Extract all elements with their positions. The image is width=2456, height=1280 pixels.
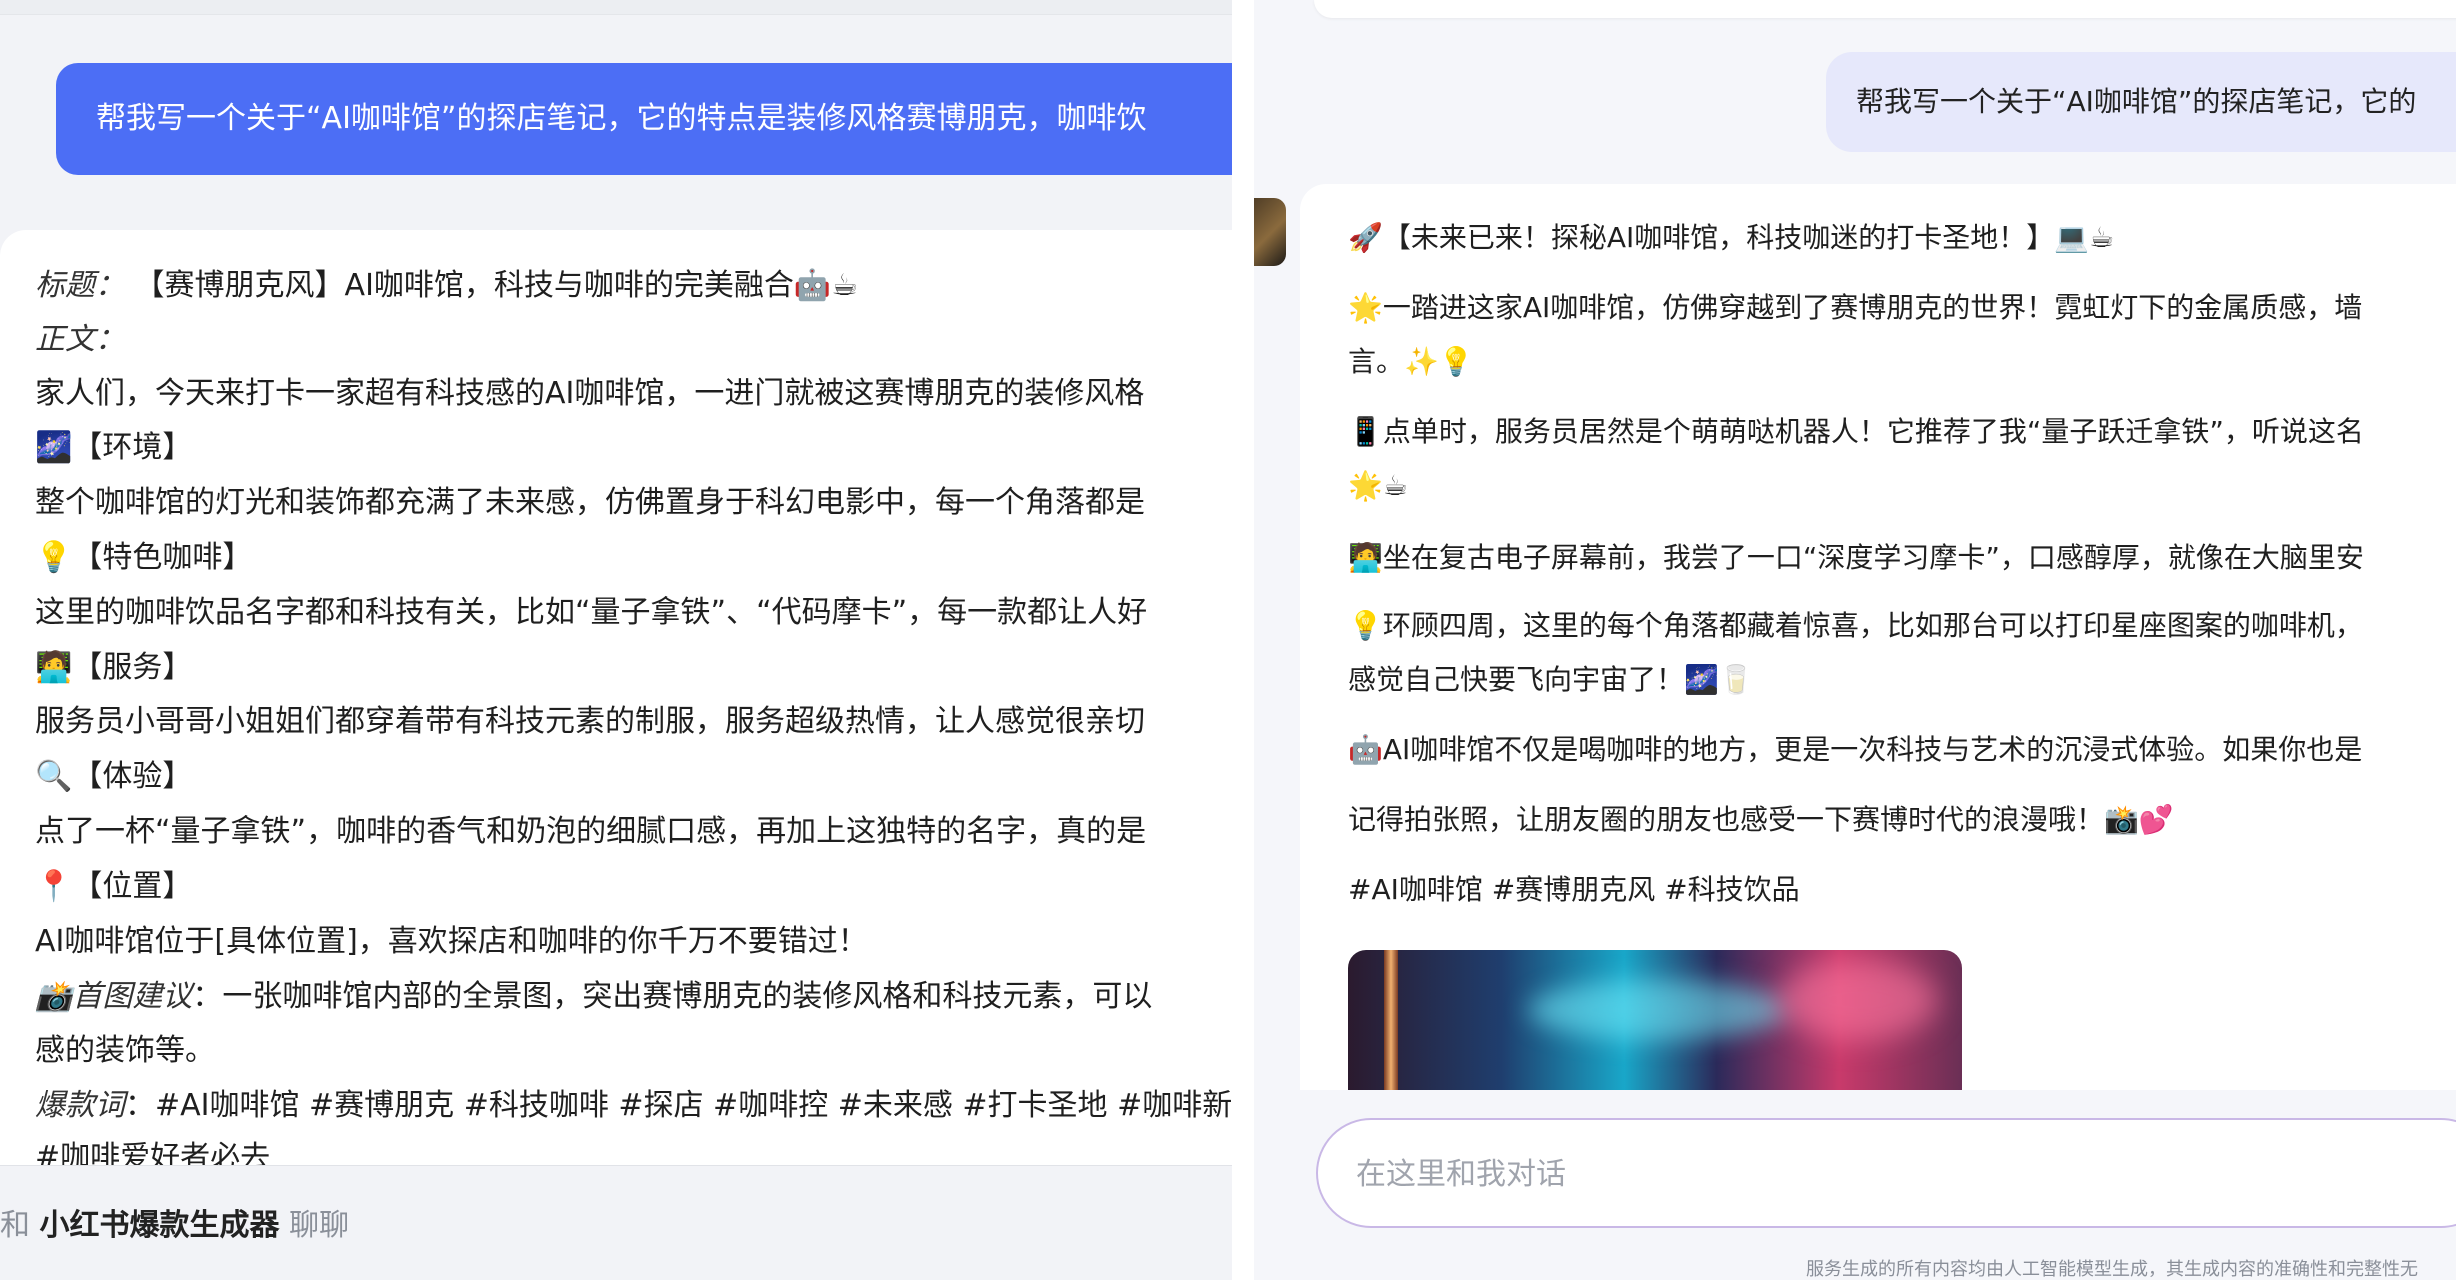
- user-message-bubble: 帮我写一个关于“AI咖啡馆”的探店笔记，它的特点是装修风格赛博朋克，咖啡饮: [56, 63, 1232, 175]
- title-label: 标题: [35, 268, 95, 303]
- bot-name: 小红书爆款生成器: [39, 1208, 280, 1243]
- paragraph-2-continued: 🌟☕: [1348, 469, 1408, 502]
- intro-text: 家人们，今天来打卡一家超有科技感的AI咖啡馆，一进门就被这赛博朋克的装修风格: [35, 376, 1145, 411]
- assistant-response-card: 🚀【未来已来！探秘AI咖啡馆，科技咖迷的打卡圣地！】💻☕ 🌟一踏进这家AI咖啡馆…: [1300, 184, 2456, 1090]
- keywords-line: 爆款词：#AI咖啡馆 #赛博朋克 #科技咖啡 #探店 #咖啡控 #未来感 #打卡…: [35, 1086, 1232, 1126]
- assistant-response-card: 标题： 【赛博朋克风】AI咖啡馆，科技与咖啡的完美融合🤖☕ 正文： 家人们，今天…: [0, 230, 1232, 1165]
- paragraph-4: 💡环顾四周，这里的每个角落都藏着惊喜，比如那台可以打印星座图案的咖啡机，: [1348, 609, 2363, 642]
- environment-text: 整个咖啡馆的灯光和装饰都充满了未来感，仿佛置身于科幻电影中，每一个角落都是: [35, 485, 1145, 520]
- cover-label: 📸首图建议: [35, 979, 193, 1014]
- section-experience: 🔍【体验】: [35, 759, 193, 794]
- user-message-bubble: 帮我写一个关于“AI咖啡馆”的探店笔记，它的: [1826, 52, 2456, 152]
- right-chat-panel: 帮我写一个关于“AI咖啡馆”的探店笔记，它的 🚀【未来已来！探秘AI咖啡馆，科技…: [1254, 0, 2456, 1280]
- location-text: AI咖啡馆位于[具体位置]，喜欢探店和咖啡的你千万不要错过！: [35, 924, 868, 959]
- keywords-text: ：#AI咖啡馆 #赛博朋克 #科技咖啡 #探店 #咖啡控 #未来感 #打卡圣地 …: [125, 1088, 1232, 1123]
- ai-disclaimer: 服务生成的所有内容均由人工智能模型生成，其生成内容的准确性和完整性无: [1806, 1259, 2418, 1280]
- footer-suffix: 聊聊: [289, 1208, 350, 1243]
- paragraph-1: 🌟一踏进这家AI咖啡馆，仿佛穿越到了赛博朋克的世界！霓虹灯下的金属质感，墙: [1348, 291, 2363, 324]
- note-title-line: 标题： 【赛博朋克风】AI咖啡馆，科技与咖啡的完美融合🤖☕: [35, 268, 859, 303]
- cover-suggestion-line: 📸首图建议：一张咖啡馆内部的全景图，突出赛博朋克的装修风格和科技元素，可以: [35, 977, 1232, 1017]
- chat-with-bot-link[interactable]: 和 小红书爆款生成器 聊聊: [0, 1200, 349, 1244]
- response-headline: 🚀【未来已来！探秘AI咖啡馆，科技咖迷的打卡圣地！】💻☕: [1348, 221, 2115, 254]
- cover-text: ：一张咖啡馆内部的全景图，突出赛博朋克的装修风格和科技元素，可以: [192, 979, 1153, 1014]
- bot-avatar: [1254, 198, 1286, 266]
- section-location: 📍【位置】: [35, 869, 193, 904]
- title-value: 【赛博朋克风】AI咖啡馆，科技与咖啡的完美融合🤖☕: [134, 268, 859, 303]
- section-environment: 🌌【环境】: [35, 430, 193, 465]
- chat-input-box[interactable]: [1316, 1118, 2456, 1228]
- body-label-line: 正文：: [35, 322, 125, 357]
- experience-text: 点了一杯“量子拿铁”，咖啡的香气和奶泡的细腻口感，再加上这独特的名字，真的是: [35, 814, 1147, 849]
- body-label: 正文: [35, 322, 95, 357]
- paragraph-5: 🤖AI咖啡馆不仅是喝咖啡的地方，更是一次科技与艺术的沉浸式体验。如果你也是: [1348, 733, 2363, 766]
- top-bar: [1314, 0, 2456, 18]
- generated-image[interactable]: [1348, 950, 1962, 1090]
- image-divider: [1232, 0, 1254, 1280]
- coffee-text: 这里的咖啡饮品名字都和科技有关，比如“量子拿铁”、“代码摩卡”，每一款都让人好: [35, 595, 1148, 630]
- paragraph-3: 🧑‍💻坐在复古电子屏幕前，我尝了一口“深度学习摩卡”，口感醇厚，就像在大脑里安: [1348, 541, 2364, 574]
- paragraph-4-continued: 感觉自己快要飞向宇宙了！🌌🥛: [1348, 663, 1754, 696]
- service-text: 服务员小哥哥小姐姐们都穿着带有科技元素的制服，服务超级热情，让人感觉很亲切: [35, 704, 1145, 739]
- cover-text-continued: 感的装饰等。: [35, 1033, 215, 1068]
- section-special-coffee: 💡【特色咖啡】: [35, 540, 253, 575]
- top-bar: [0, 0, 1232, 15]
- left-chat-panel: 帮我写一个关于“AI咖啡馆”的探店笔记，它的特点是装修风格赛博朋克，咖啡饮 标题…: [0, 0, 1232, 1280]
- chat-input[interactable]: [1354, 1148, 2358, 1200]
- keywords-text-continued: #咖啡爱好者必去: [35, 1140, 271, 1165]
- paragraph-1-continued: 言。✨💡: [1348, 345, 1474, 378]
- hashtags: #AI咖啡馆 #赛博朋克风 #科技饮品: [1348, 873, 1800, 906]
- section-service: 🧑‍💻【服务】: [35, 650, 193, 685]
- paragraph-6: 记得拍张照，让朋友圈的朋友也感受一下赛博时代的浪漫哦！📸💕: [1348, 803, 2174, 836]
- paragraph-2: 📱点单时，服务员居然是个萌萌哒机器人！它推荐了我“量子跃迁拿铁”，听说这名: [1348, 415, 2364, 448]
- keywords-label: 爆款词: [35, 1088, 125, 1123]
- footer-prefix: 和: [0, 1208, 30, 1243]
